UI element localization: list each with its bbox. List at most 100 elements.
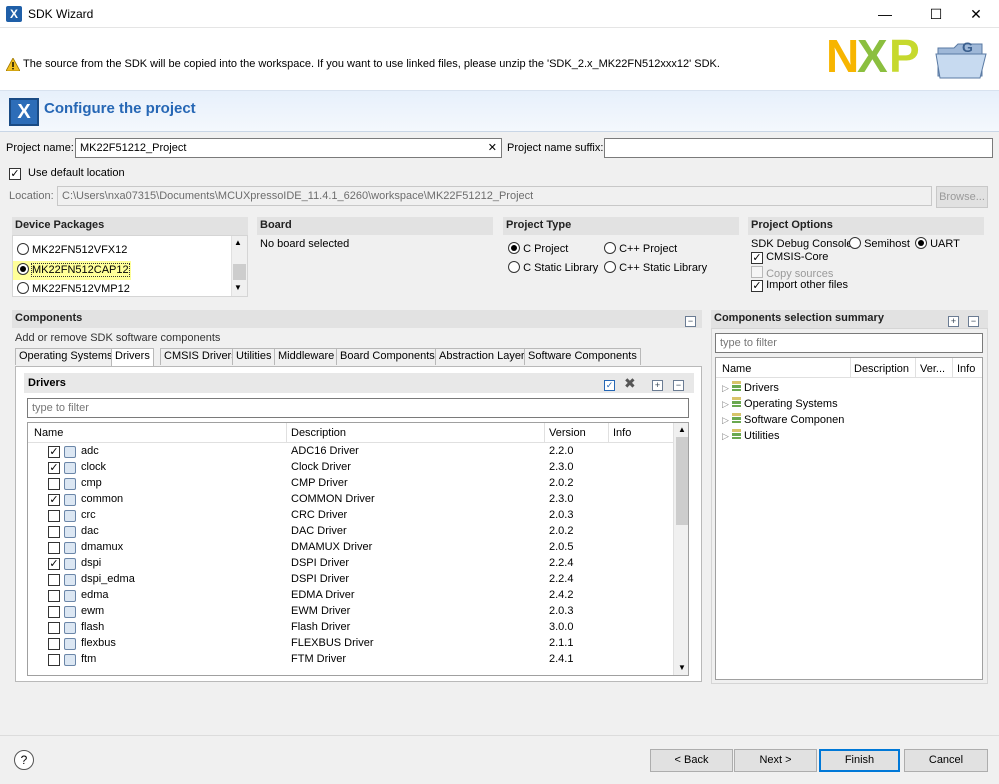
tab-cmsis-drivers[interactable]: CMSIS Drivers bbox=[160, 348, 241, 365]
component-checkbox[interactable] bbox=[48, 622, 60, 634]
table-row[interactable]: ✓ dspi DSPI Driver 2.2.4 bbox=[28, 556, 688, 572]
device-package-item-selected[interactable]: MK22FN512CAP12 bbox=[17, 263, 130, 278]
component-description: COMMON Driver bbox=[291, 493, 375, 505]
component-checkbox[interactable] bbox=[48, 574, 60, 586]
drivers-scrollbar[interactable]: ▲ ▼ bbox=[673, 423, 688, 675]
component-version: 2.3.0 bbox=[549, 493, 574, 505]
finish-button[interactable]: Finish bbox=[819, 749, 900, 772]
tab-software-components[interactable]: Software Components bbox=[524, 348, 641, 365]
column-version[interactable]: Version bbox=[549, 427, 586, 439]
driver-component-icon bbox=[64, 574, 76, 586]
uart-radio[interactable]: UART bbox=[915, 237, 960, 252]
summary-item-drivers[interactable]: ▷ Drivers bbox=[722, 381, 779, 394]
component-description: DSPI Driver bbox=[291, 557, 350, 569]
component-name: dac bbox=[81, 525, 99, 537]
column-info[interactable]: Info bbox=[613, 427, 631, 439]
table-row[interactable]: edma EDMA Driver 2.4.2 bbox=[28, 588, 688, 604]
summary-column-name[interactable]: Name bbox=[722, 363, 751, 375]
table-row[interactable]: ewm EWM Driver 2.0.3 bbox=[28, 604, 688, 620]
table-row[interactable]: flash Flash Driver 3.0.0 bbox=[28, 620, 688, 636]
semihost-radio[interactable]: Semihost bbox=[849, 237, 910, 252]
component-version: 2.0.3 bbox=[549, 509, 574, 521]
tab-operating-systems[interactable]: Operating Systems bbox=[15, 348, 117, 365]
nxp-logo-x: X bbox=[857, 34, 888, 78]
project-name-suffix-input[interactable] bbox=[604, 138, 993, 158]
device-package-item[interactable]: MK22FN512VMP12 bbox=[17, 282, 130, 297]
table-row[interactable]: crc CRC Driver 2.0.3 bbox=[28, 508, 688, 524]
tab-abstraction-layer[interactable]: Abstraction Layer bbox=[435, 348, 529, 365]
collapse-all-icon[interactable]: − bbox=[685, 313, 696, 327]
component-checkbox[interactable]: ✓ bbox=[48, 558, 60, 570]
summary-item-operating-systems[interactable]: ▷ Operating Systems bbox=[722, 397, 838, 410]
import-other-files-checkbox[interactable]: ✓ Import other files bbox=[751, 279, 848, 292]
table-row[interactable]: dmamux DMAMUX Driver 2.0.5 bbox=[28, 540, 688, 556]
summary-item-utilities[interactable]: ▷ Utilities bbox=[722, 429, 780, 442]
c-static-library-radio[interactable]: C Static Library bbox=[508, 261, 598, 276]
component-checkbox[interactable] bbox=[48, 654, 60, 666]
summary-tree: Name Description Ver... Info ▷ Drivers ▷… bbox=[715, 357, 983, 680]
component-version: 3.0.0 bbox=[549, 621, 574, 633]
next-button[interactable]: Next > bbox=[734, 749, 817, 772]
collapse-icon[interactable]: − bbox=[673, 377, 684, 391]
cmsis-core-checkbox[interactable]: ✓ CMSIS-Core bbox=[751, 251, 828, 264]
component-checkbox[interactable] bbox=[48, 590, 60, 602]
component-description: FLEXBUS Driver bbox=[291, 637, 374, 649]
summary-collapse-icon[interactable]: − bbox=[968, 313, 979, 327]
sdk-debug-console-label: SDK Debug Console bbox=[751, 238, 853, 250]
summary-column-version[interactable]: Ver... bbox=[920, 363, 945, 375]
scroll-down-icon: ▼ bbox=[234, 283, 242, 292]
component-checkbox[interactable] bbox=[48, 606, 60, 618]
close-button[interactable]: ✕ bbox=[953, 0, 999, 28]
select-all-icon[interactable]: ✓ bbox=[604, 377, 615, 391]
components-header: Components bbox=[12, 310, 702, 328]
device-packages-scrollbar[interactable]: ▲ ▼ bbox=[231, 236, 247, 296]
tab-middleware[interactable]: Middleware bbox=[274, 348, 339, 365]
component-checkbox[interactable]: ✓ bbox=[48, 494, 60, 506]
title-bar bbox=[0, 0, 999, 28]
back-button[interactable]: < Back bbox=[650, 749, 733, 772]
use-default-location-checkbox[interactable]: ✓ bbox=[9, 166, 21, 180]
warning-icon bbox=[6, 58, 20, 71]
drivers-rows: ✓ adc ADC16 Driver 2.2.0 ✓ clock Clock Driver 2… bbox=[28, 444, 676, 675]
component-checkbox[interactable] bbox=[48, 478, 60, 490]
summary-expand-icon[interactable]: + bbox=[948, 313, 959, 327]
table-row[interactable]: dspi_edma DSPI Driver 2.2.4 bbox=[28, 572, 688, 588]
table-row[interactable]: flexbus FLEXBUS Driver 2.1.1 bbox=[28, 636, 688, 652]
cpp-project-radio[interactable]: C++ Project bbox=[604, 242, 677, 257]
table-row[interactable]: cmp CMP Driver 2.0.2 bbox=[28, 476, 688, 492]
minimize-button[interactable]: — bbox=[862, 0, 908, 28]
component-checkbox[interactable] bbox=[48, 542, 60, 554]
expand-all-icon[interactable]: + bbox=[652, 377, 663, 391]
component-description: DMAMUX Driver bbox=[291, 541, 373, 553]
component-checkbox[interactable]: ✓ bbox=[48, 462, 60, 474]
column-name[interactable]: Name bbox=[34, 427, 63, 439]
column-description[interactable]: Description bbox=[291, 427, 346, 439]
tab-drivers[interactable]: Drivers bbox=[111, 348, 154, 366]
component-name: common bbox=[81, 493, 124, 505]
driver-component-icon bbox=[64, 462, 76, 474]
c-project-radio[interactable]: C Project bbox=[508, 242, 568, 257]
summary-filter-input[interactable]: type to filter bbox=[715, 333, 983, 353]
device-package-item[interactable]: MK22FN512VFX12 bbox=[17, 243, 127, 258]
help-icon[interactable]: ? bbox=[14, 750, 34, 770]
component-checkbox[interactable] bbox=[48, 526, 60, 538]
component-checkbox[interactable] bbox=[48, 510, 60, 522]
table-row[interactable]: ✓ adc ADC16 Driver 2.2.0 bbox=[28, 444, 688, 460]
cpp-static-library-radio[interactable]: C++ Static Library bbox=[604, 261, 707, 276]
clear-icon[interactable]: ✕ bbox=[488, 141, 497, 154]
summary-item-software-components[interactable]: ▷ Software Componen bbox=[722, 413, 844, 426]
summary-column-description[interactable]: Description bbox=[854, 363, 909, 375]
tab-utilities[interactable]: Utilities bbox=[232, 348, 276, 365]
summary-column-info[interactable]: Info bbox=[957, 363, 975, 375]
table-row[interactable]: ftm FTM Driver 2.4.1 bbox=[28, 652, 688, 668]
table-row[interactable]: ✓ common COMMON Driver 2.3.0 bbox=[28, 492, 688, 508]
drivers-filter-input[interactable]: type to filter bbox=[27, 398, 689, 418]
component-checkbox[interactable] bbox=[48, 638, 60, 650]
project-name-input[interactable]: MK22F51212_Project ✕ bbox=[75, 138, 502, 158]
deselect-all-icon[interactable]: ✖ bbox=[624, 375, 636, 392]
table-row[interactable]: dac DAC Driver 2.0.2 bbox=[28, 524, 688, 540]
cancel-button[interactable]: Cancel bbox=[904, 749, 988, 772]
tab-board-components[interactable]: Board Components bbox=[336, 348, 439, 365]
table-row[interactable]: ✓ clock Clock Driver 2.3.0 bbox=[28, 460, 688, 476]
component-checkbox[interactable]: ✓ bbox=[48, 446, 60, 458]
